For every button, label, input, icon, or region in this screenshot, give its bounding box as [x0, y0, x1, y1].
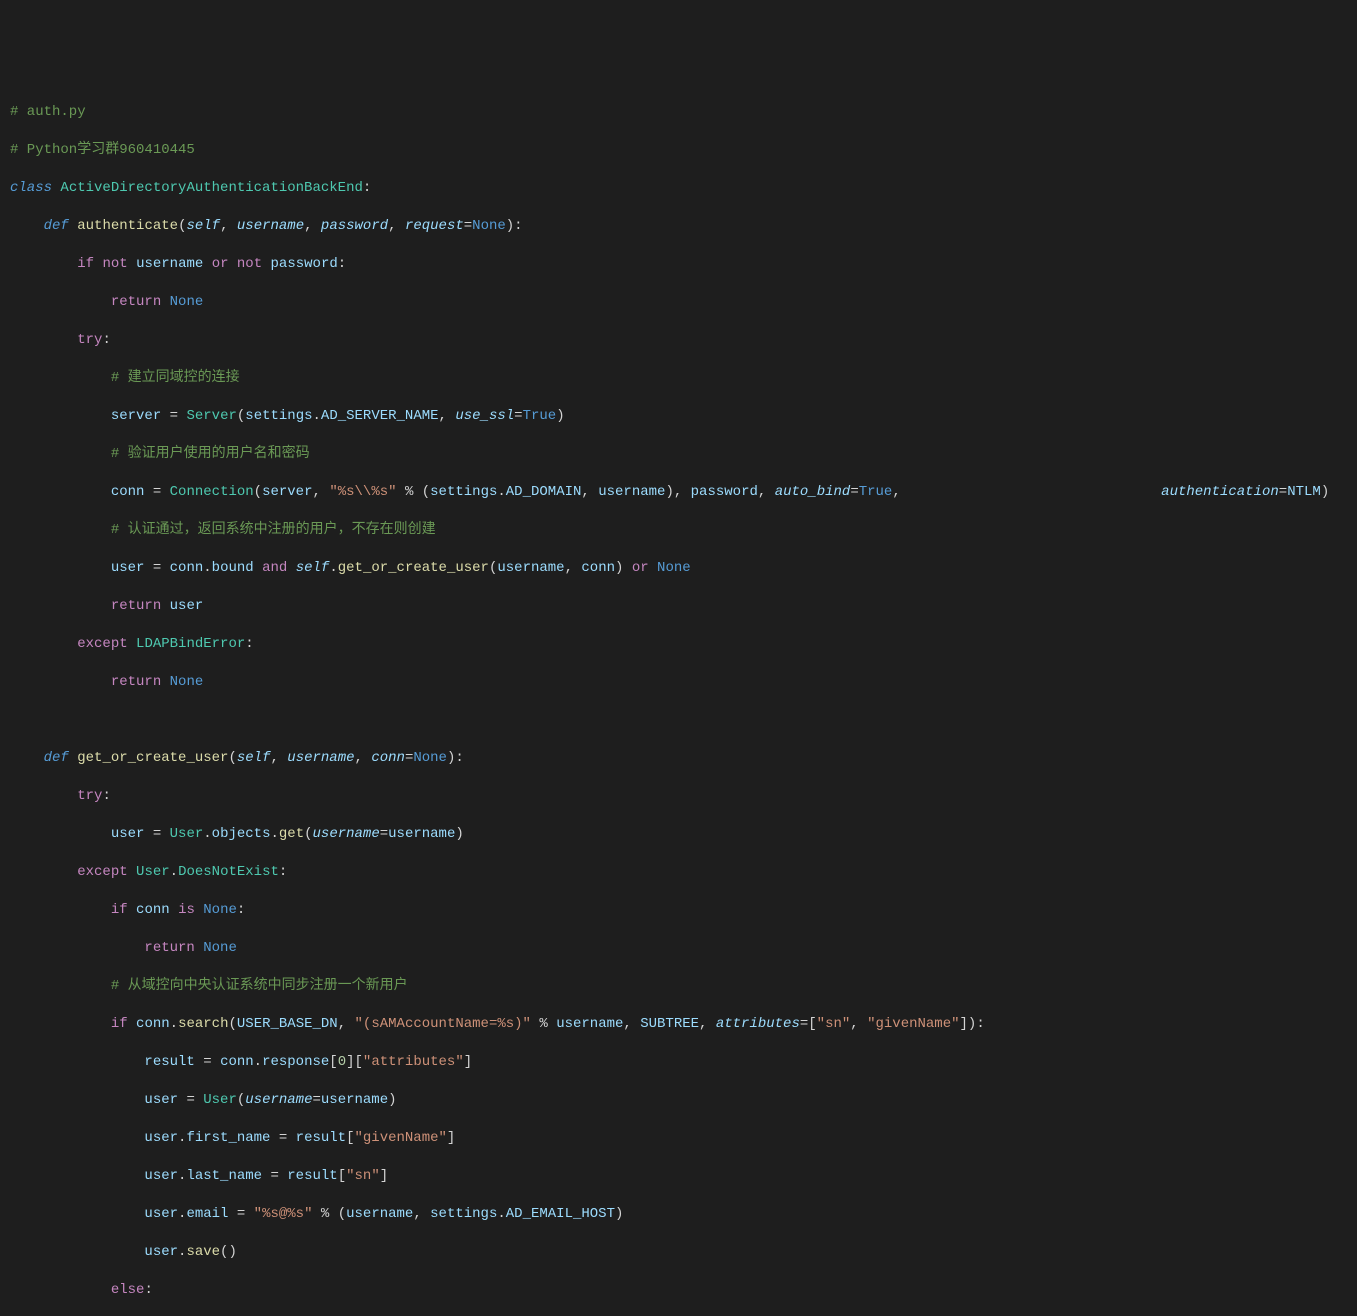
code-line: except User.DoesNotExist:	[10, 863, 1357, 882]
code-line: except LDAPBindError:	[10, 635, 1357, 654]
code-line: if conn.search(USER_BASE_DN, "(sAMAccoun…	[10, 1015, 1357, 1034]
code-line: try:	[10, 787, 1357, 806]
code-line: user.last_name = result["sn"]	[10, 1167, 1357, 1186]
code-line	[10, 711, 1357, 730]
code-line: # 从域控向中央认证系统中同步注册一个新用户	[10, 977, 1357, 996]
code-line: user = conn.bound and self.get_or_create…	[10, 559, 1357, 578]
code-line: user.save()	[10, 1243, 1357, 1262]
code-line: return None	[10, 293, 1357, 312]
code-line: server = Server(settings.AD_SERVER_NAME,…	[10, 407, 1357, 426]
code-line: try:	[10, 331, 1357, 350]
code-line: user = User.objects.get(username=usernam…	[10, 825, 1357, 844]
code-line: user = User(username=username)	[10, 1091, 1357, 1110]
code-line: def get_or_create_user(self, username, c…	[10, 749, 1357, 768]
code-line: class ActiveDirectoryAuthenticationBackE…	[10, 179, 1357, 198]
code-line: result = conn.response[0]["attributes"]	[10, 1053, 1357, 1072]
code-line: else:	[10, 1281, 1357, 1300]
code-line: return None	[10, 673, 1357, 692]
code-line: # 认证通过，返回系统中注册的用户，不存在则创建	[10, 521, 1357, 540]
code-line: if not username or not password:	[10, 255, 1357, 274]
code-line: conn = Connection(server, "%s\\%s" % (se…	[10, 483, 1357, 502]
code-line: # auth.py	[10, 103, 1357, 122]
code-line: if conn is None:	[10, 901, 1357, 920]
code-line: user.email = "%s@%s" % (username, settin…	[10, 1205, 1357, 1224]
code-line: return user	[10, 597, 1357, 616]
code-line: # Python学习群960410445	[10, 141, 1357, 160]
code-line: return None	[10, 939, 1357, 958]
code-line: user.first_name = result["givenName"]	[10, 1129, 1357, 1148]
code-line: # 建立同域控的连接	[10, 369, 1357, 388]
code-line: # 验证用户使用的用户名和密码	[10, 445, 1357, 464]
code-line: def authenticate(self, username, passwor…	[10, 217, 1357, 236]
code-editor[interactable]: # auth.py # Python学习群960410445 class Act…	[10, 84, 1357, 1316]
